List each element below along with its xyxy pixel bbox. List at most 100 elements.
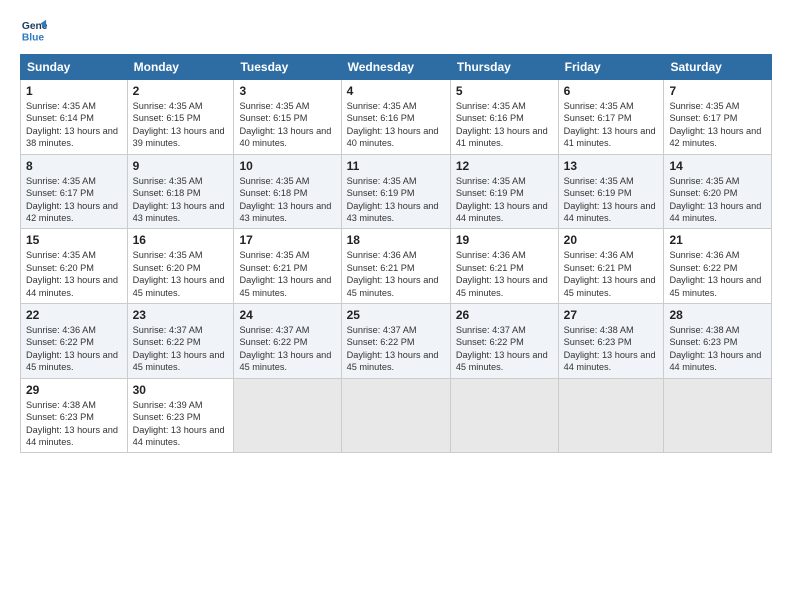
day-number: 29: [26, 383, 122, 397]
calendar-header-row: Sunday Monday Tuesday Wednesday Thursday…: [21, 55, 772, 80]
table-row: 28 Sunrise: 4:38 AMSunset: 6:23 PMDaylig…: [664, 304, 772, 379]
day-info: Sunrise: 4:38 AMSunset: 6:23 PMDaylight:…: [669, 324, 766, 374]
day-info: Sunrise: 4:35 AMSunset: 6:19 PMDaylight:…: [564, 175, 659, 225]
table-row: 3 Sunrise: 4:35 AMSunset: 6:15 PMDayligh…: [234, 80, 341, 155]
col-tuesday: Tuesday: [234, 55, 341, 80]
table-row: 18 Sunrise: 4:36 AMSunset: 6:21 PMDaylig…: [341, 229, 450, 304]
table-row: 27 Sunrise: 4:38 AMSunset: 6:23 PMDaylig…: [558, 304, 664, 379]
table-row: 6 Sunrise: 4:35 AMSunset: 6:17 PMDayligh…: [558, 80, 664, 155]
day-info: Sunrise: 4:35 AMSunset: 6:19 PMDaylight:…: [456, 175, 553, 225]
table-row: 17 Sunrise: 4:35 AMSunset: 6:21 PMDaylig…: [234, 229, 341, 304]
day-info: Sunrise: 4:35 AMSunset: 6:15 PMDaylight:…: [239, 100, 335, 150]
table-row: 25 Sunrise: 4:37 AMSunset: 6:22 PMDaylig…: [341, 304, 450, 379]
calendar-week-row: 8 Sunrise: 4:35 AMSunset: 6:17 PMDayligh…: [21, 154, 772, 229]
day-info: Sunrise: 4:35 AMSunset: 6:20 PMDaylight:…: [26, 249, 122, 299]
day-info: Sunrise: 4:39 AMSunset: 6:23 PMDaylight:…: [133, 399, 229, 449]
table-row: 1 Sunrise: 4:35 AMSunset: 6:14 PMDayligh…: [21, 80, 128, 155]
table-row: 4 Sunrise: 4:35 AMSunset: 6:16 PMDayligh…: [341, 80, 450, 155]
col-monday: Monday: [127, 55, 234, 80]
calendar-table: Sunday Monday Tuesday Wednesday Thursday…: [20, 54, 772, 453]
table-row: 10 Sunrise: 4:35 AMSunset: 6:18 PMDaylig…: [234, 154, 341, 229]
table-row: 26 Sunrise: 4:37 AMSunset: 6:22 PMDaylig…: [450, 304, 558, 379]
day-number: 19: [456, 233, 553, 247]
day-number: 22: [26, 308, 122, 322]
day-number: 28: [669, 308, 766, 322]
day-number: 20: [564, 233, 659, 247]
day-number: 18: [347, 233, 445, 247]
table-row: 21 Sunrise: 4:36 AMSunset: 6:22 PMDaylig…: [664, 229, 772, 304]
table-row: 15 Sunrise: 4:35 AMSunset: 6:20 PMDaylig…: [21, 229, 128, 304]
day-number: 12: [456, 159, 553, 173]
empty-cell: [664, 378, 772, 453]
day-number: 7: [669, 84, 766, 98]
day-info: Sunrise: 4:35 AMSunset: 6:17 PMDaylight:…: [669, 100, 766, 150]
day-number: 15: [26, 233, 122, 247]
day-info: Sunrise: 4:37 AMSunset: 6:22 PMDaylight:…: [133, 324, 229, 374]
day-info: Sunrise: 4:35 AMSunset: 6:14 PMDaylight:…: [26, 100, 122, 150]
day-info: Sunrise: 4:36 AMSunset: 6:21 PMDaylight:…: [456, 249, 553, 299]
day-info: Sunrise: 4:36 AMSunset: 6:22 PMDaylight:…: [669, 249, 766, 299]
page: General Blue Sunday Monday Tuesday Wedne…: [0, 0, 792, 612]
day-info: Sunrise: 4:36 AMSunset: 6:22 PMDaylight:…: [26, 324, 122, 374]
calendar-week-row: 1 Sunrise: 4:35 AMSunset: 6:14 PMDayligh…: [21, 80, 772, 155]
day-info: Sunrise: 4:35 AMSunset: 6:16 PMDaylight:…: [456, 100, 553, 150]
day-number: 30: [133, 383, 229, 397]
day-info: Sunrise: 4:35 AMSunset: 6:17 PMDaylight:…: [564, 100, 659, 150]
day-info: Sunrise: 4:35 AMSunset: 6:18 PMDaylight:…: [239, 175, 335, 225]
day-number: 1: [26, 84, 122, 98]
day-info: Sunrise: 4:37 AMSunset: 6:22 PMDaylight:…: [456, 324, 553, 374]
table-row: 20 Sunrise: 4:36 AMSunset: 6:21 PMDaylig…: [558, 229, 664, 304]
day-number: 11: [347, 159, 445, 173]
day-number: 5: [456, 84, 553, 98]
empty-cell: [450, 378, 558, 453]
day-info: Sunrise: 4:38 AMSunset: 6:23 PMDaylight:…: [26, 399, 122, 449]
day-info: Sunrise: 4:37 AMSunset: 6:22 PMDaylight:…: [239, 324, 335, 374]
day-number: 25: [347, 308, 445, 322]
logo: General Blue: [20, 16, 48, 44]
table-row: 2 Sunrise: 4:35 AMSunset: 6:15 PMDayligh…: [127, 80, 234, 155]
day-number: 4: [347, 84, 445, 98]
table-row: 16 Sunrise: 4:35 AMSunset: 6:20 PMDaylig…: [127, 229, 234, 304]
table-row: 24 Sunrise: 4:37 AMSunset: 6:22 PMDaylig…: [234, 304, 341, 379]
day-info: Sunrise: 4:36 AMSunset: 6:21 PMDaylight:…: [564, 249, 659, 299]
col-saturday: Saturday: [664, 55, 772, 80]
day-info: Sunrise: 4:35 AMSunset: 6:18 PMDaylight:…: [133, 175, 229, 225]
day-info: Sunrise: 4:35 AMSunset: 6:19 PMDaylight:…: [347, 175, 445, 225]
day-info: Sunrise: 4:35 AMSunset: 6:20 PMDaylight:…: [669, 175, 766, 225]
svg-text:Blue: Blue: [22, 32, 45, 43]
calendar-week-row: 29 Sunrise: 4:38 AMSunset: 6:23 PMDaylig…: [21, 378, 772, 453]
day-info: Sunrise: 4:35 AMSunset: 6:16 PMDaylight:…: [347, 100, 445, 150]
col-sunday: Sunday: [21, 55, 128, 80]
col-wednesday: Wednesday: [341, 55, 450, 80]
calendar-week-row: 15 Sunrise: 4:35 AMSunset: 6:20 PMDaylig…: [21, 229, 772, 304]
header: General Blue: [20, 16, 772, 44]
day-number: 9: [133, 159, 229, 173]
day-number: 23: [133, 308, 229, 322]
table-row: 19 Sunrise: 4:36 AMSunset: 6:21 PMDaylig…: [450, 229, 558, 304]
empty-cell: [341, 378, 450, 453]
day-info: Sunrise: 4:35 AMSunset: 6:20 PMDaylight:…: [133, 249, 229, 299]
day-number: 24: [239, 308, 335, 322]
day-number: 2: [133, 84, 229, 98]
day-info: Sunrise: 4:35 AMSunset: 6:21 PMDaylight:…: [239, 249, 335, 299]
day-number: 21: [669, 233, 766, 247]
day-number: 3: [239, 84, 335, 98]
day-number: 27: [564, 308, 659, 322]
day-info: Sunrise: 4:35 AMSunset: 6:15 PMDaylight:…: [133, 100, 229, 150]
table-row: 14 Sunrise: 4:35 AMSunset: 6:20 PMDaylig…: [664, 154, 772, 229]
table-row: 22 Sunrise: 4:36 AMSunset: 6:22 PMDaylig…: [21, 304, 128, 379]
day-number: 17: [239, 233, 335, 247]
day-number: 16: [133, 233, 229, 247]
table-row: 12 Sunrise: 4:35 AMSunset: 6:19 PMDaylig…: [450, 154, 558, 229]
calendar-week-row: 22 Sunrise: 4:36 AMSunset: 6:22 PMDaylig…: [21, 304, 772, 379]
empty-cell: [558, 378, 664, 453]
day-number: 10: [239, 159, 335, 173]
day-info: Sunrise: 4:36 AMSunset: 6:21 PMDaylight:…: [347, 249, 445, 299]
table-row: 13 Sunrise: 4:35 AMSunset: 6:19 PMDaylig…: [558, 154, 664, 229]
day-info: Sunrise: 4:37 AMSunset: 6:22 PMDaylight:…: [347, 324, 445, 374]
table-row: 7 Sunrise: 4:35 AMSunset: 6:17 PMDayligh…: [664, 80, 772, 155]
table-row: 9 Sunrise: 4:35 AMSunset: 6:18 PMDayligh…: [127, 154, 234, 229]
table-row: 23 Sunrise: 4:37 AMSunset: 6:22 PMDaylig…: [127, 304, 234, 379]
logo-icon: General Blue: [20, 16, 48, 44]
col-friday: Friday: [558, 55, 664, 80]
